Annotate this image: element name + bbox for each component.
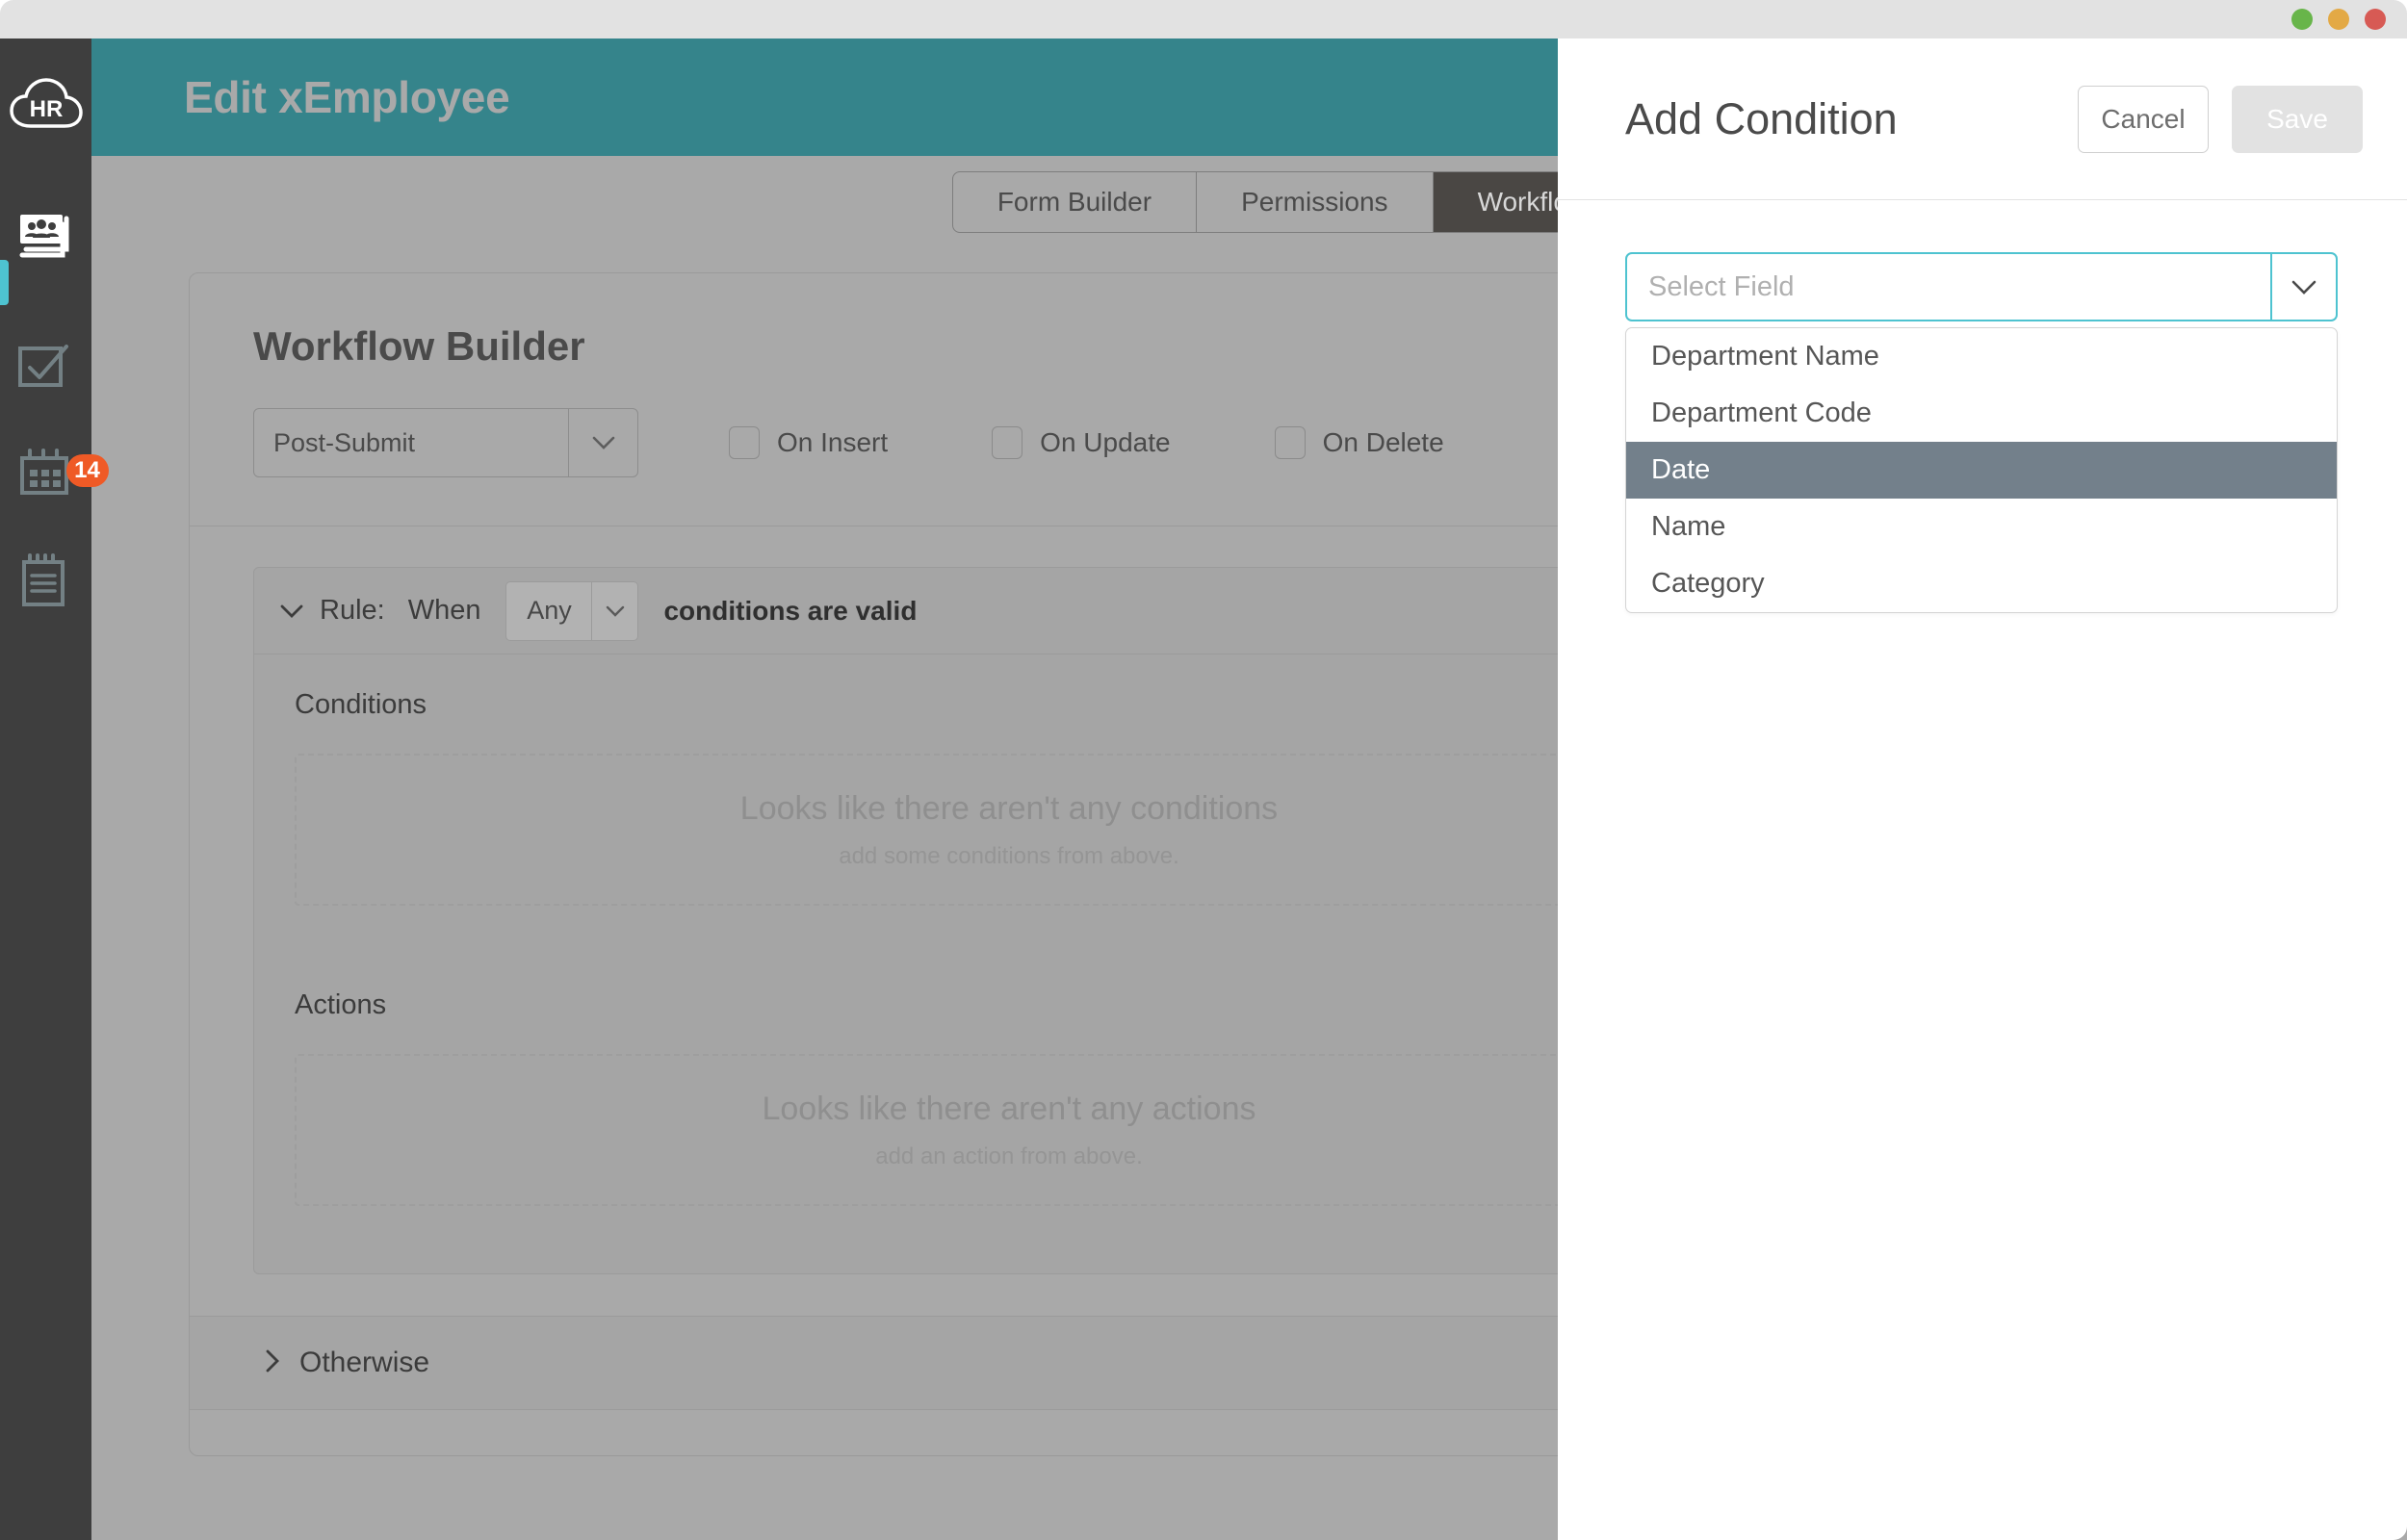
chevron-down-icon[interactable] bbox=[279, 603, 304, 619]
hr-cloud-logo-icon: HR bbox=[9, 78, 83, 128]
field-select-input[interactable]: Select Field bbox=[1625, 252, 2338, 321]
checkbox-on-insert[interactable]: On Insert bbox=[729, 426, 888, 459]
conditions-empty-hint: add some conditions from above. bbox=[839, 842, 1179, 869]
rule-tail-label: conditions are valid bbox=[663, 595, 918, 626]
app-logo[interactable]: HR bbox=[0, 65, 91, 148]
conditions-title: Conditions bbox=[295, 689, 427, 720]
checkbox-on-update[interactable]: On Update bbox=[992, 426, 1171, 459]
cancel-button[interactable]: Cancel bbox=[2078, 85, 2209, 153]
window-title-bar bbox=[0, 0, 2407, 38]
clipboard-notes-icon bbox=[21, 553, 65, 606]
panel-header: Add Condition Cancel Save bbox=[1558, 38, 2407, 200]
dropdown-option-department-code[interactable]: Department Code bbox=[1626, 385, 2337, 442]
panel-title: Add Condition bbox=[1625, 93, 1898, 143]
conditions-section: Conditions Looks like there aren't any c… bbox=[254, 689, 1764, 906]
chevron-right-icon[interactable] bbox=[265, 1348, 280, 1378]
tab-permissions[interactable]: Permissions bbox=[1197, 171, 1434, 232]
checkbox-box-icon[interactable] bbox=[1274, 426, 1306, 459]
checkbox-on-delete[interactable]: On Delete bbox=[1274, 426, 1444, 459]
dropdown-option-name[interactable]: Name bbox=[1626, 499, 2337, 555]
sidebar-item-calendar[interactable]: 14 bbox=[0, 438, 109, 515]
page-title: Edit xEmployee bbox=[184, 72, 510, 122]
sidebar-item-employees[interactable] bbox=[0, 202, 91, 279]
section-title: Workflow Builder bbox=[253, 323, 585, 369]
dropdown-option-department-name[interactable]: Department Name bbox=[1626, 328, 2337, 385]
actions-empty-hint: add an action from above. bbox=[875, 1142, 1143, 1169]
rule-label: Rule: bbox=[320, 595, 385, 626]
field-select-dropdown: Department Name Department Code Date Nam… bbox=[1625, 327, 2338, 613]
conditions-empty-message: Looks like there aren't any conditions bbox=[739, 789, 1279, 827]
field-select-placeholder: Select Field bbox=[1648, 270, 1795, 302]
conditions-empty-dropzone[interactable]: Looks like there aren't any conditions a… bbox=[295, 754, 1723, 906]
checkbox-on-delete-label: On Delete bbox=[1322, 427, 1444, 457]
trigger-select[interactable]: Post-Submit bbox=[253, 408, 638, 477]
save-button[interactable]: Save bbox=[2232, 85, 2363, 153]
sidebar-item-approvals[interactable] bbox=[0, 332, 91, 409]
rule-block: Rule: When Any conditions are valid Cond… bbox=[253, 567, 1765, 1274]
chevron-down-icon bbox=[591, 581, 637, 640]
trigger-select-value: Post-Submit bbox=[273, 427, 416, 457]
rule-when-label: When bbox=[407, 595, 481, 626]
rule-match-value: Any bbox=[527, 596, 572, 625]
dropdown-option-date[interactable]: Date bbox=[1626, 442, 2337, 499]
calendar-badge-count: 14 bbox=[65, 454, 109, 487]
window-minimize-button[interactable] bbox=[2328, 9, 2349, 30]
chevron-down-icon bbox=[568, 409, 637, 476]
actions-empty-dropzone[interactable]: Looks like there aren't any actions add … bbox=[295, 1054, 1723, 1206]
checkbox-on-update-label: On Update bbox=[1040, 427, 1171, 457]
window-close-button[interactable] bbox=[2365, 9, 2386, 30]
rule-match-select[interactable]: Any bbox=[505, 580, 639, 641]
window-controls bbox=[2291, 9, 2386, 30]
checkbox-approval-icon bbox=[17, 345, 68, 387]
actions-section: Actions Looks like there aren't any acti… bbox=[254, 989, 1764, 1206]
svg-text:HR: HR bbox=[29, 96, 63, 122]
people-book-icon bbox=[19, 215, 68, 258]
dropdown-option-category[interactable]: Category bbox=[1626, 555, 2337, 612]
add-condition-panel: Add Condition Cancel Save Select Field D… bbox=[1558, 38, 2407, 1540]
checkbox-on-insert-label: On Insert bbox=[777, 427, 889, 457]
trigger-event-checkboxes: On Insert On Update On Delete bbox=[729, 426, 1444, 459]
left-sidebar: HR 14 bbox=[0, 38, 109, 1540]
checkbox-box-icon[interactable] bbox=[992, 426, 1023, 459]
chevron-down-icon[interactable] bbox=[2270, 254, 2336, 320]
sidebar-item-reports[interactable] bbox=[0, 544, 91, 621]
workflow-controls-row: Post-Submit On Insert On Update On Delet… bbox=[253, 408, 1755, 477]
otherwise-label: Otherwise bbox=[299, 1347, 430, 1378]
tab-group: Form Builder Permissions Workflow bbox=[951, 170, 1634, 233]
window-maximize-button[interactable] bbox=[2291, 9, 2313, 30]
actions-title: Actions bbox=[295, 989, 387, 1020]
tab-form-builder[interactable]: Form Builder bbox=[953, 171, 1198, 232]
rule-header[interactable]: Rule: When Any conditions are valid bbox=[254, 568, 1764, 654]
actions-empty-message: Looks like there aren't any actions bbox=[762, 1090, 1256, 1127]
checkbox-box-icon[interactable] bbox=[729, 426, 760, 459]
